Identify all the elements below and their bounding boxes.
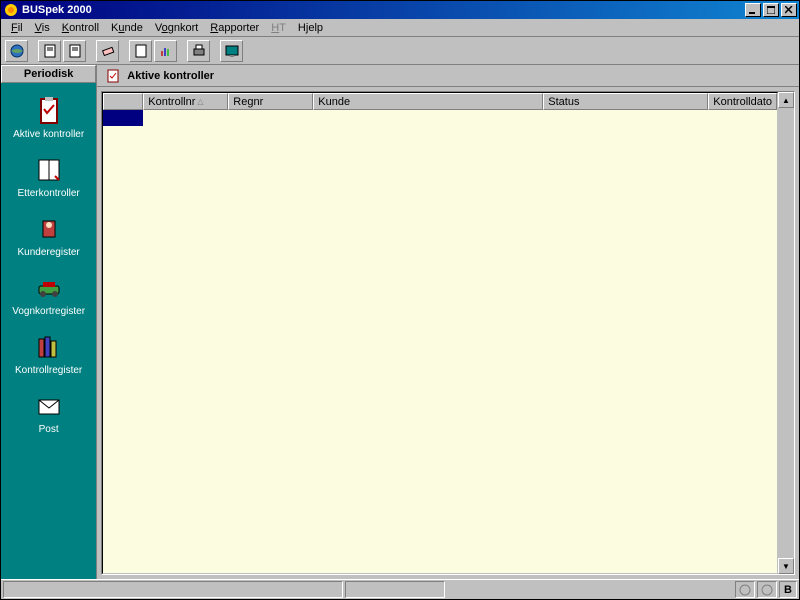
books-icon — [33, 331, 65, 363]
clipboard-icon — [33, 95, 65, 127]
menu-hjelp[interactable]: Hjelp — [292, 21, 329, 35]
scroll-down-button[interactable]: ▼ — [778, 558, 794, 574]
sidebar-item-etterkontroller[interactable]: Etterkontroller — [1, 150, 96, 203]
grid-col-kunde[interactable]: Kunde — [313, 93, 543, 110]
document-icon — [67, 43, 83, 59]
mail-icon — [33, 390, 65, 422]
eraser-icon — [100, 43, 116, 59]
toolbar-doc2-button[interactable] — [63, 40, 86, 62]
toolbar-chart-button[interactable] — [154, 40, 177, 62]
toolbar-erase-button[interactable] — [96, 40, 119, 62]
status-cell-2 — [345, 581, 445, 598]
menu-kontroll[interactable]: Kontroll — [56, 21, 105, 35]
toolbar-print-button[interactable] — [187, 40, 210, 62]
toolbar-screen-button[interactable] — [220, 40, 243, 62]
content-title: Aktive kontroller — [127, 70, 214, 82]
sidebar-item-kunderegister[interactable]: Kunderegister — [1, 209, 96, 262]
maximize-button[interactable] — [763, 3, 779, 17]
sidebar-item-label: Etterkontroller — [18, 188, 80, 199]
sidebar-item-label: Kontrollregister — [15, 365, 82, 376]
titlebar: BUSpek 2000 — [1, 1, 799, 19]
status-icon-2 — [757, 581, 777, 598]
toolbar-globe-button[interactable] — [5, 40, 28, 62]
sidebar-body: Aktive kontroller Etterkontroller Kunder… — [1, 83, 96, 579]
circle-icon — [739, 584, 751, 596]
scroll-up-button[interactable]: ▲ — [778, 92, 794, 108]
globe-icon — [9, 43, 25, 59]
grid-selected-row-indicator — [103, 110, 143, 126]
main-area: Periodisk Aktive kontroller Etterkontrol… — [1, 65, 799, 579]
page-icon — [133, 43, 149, 59]
chart-icon — [158, 43, 174, 59]
grid-col-kontrollnr[interactable]: Kontrollnr△ — [143, 93, 228, 110]
status-icon-1 — [735, 581, 755, 598]
window-title: BUSpek 2000 — [22, 4, 743, 16]
grid-col-selector[interactable] — [103, 93, 143, 110]
menu-kunde[interactable]: Kunde — [105, 21, 149, 35]
content-header: Aktive kontroller — [97, 65, 799, 87]
sidebar-item-kontrollregister[interactable]: Kontrollregister — [1, 327, 96, 380]
circle-icon — [761, 584, 773, 596]
toolbar-doc1-button[interactable] — [38, 40, 61, 62]
grid-header: Kontrollnr△ Regnr Kunde Status Kontrolld… — [103, 93, 777, 110]
book-icon — [33, 154, 65, 186]
menu-vis[interactable]: Vis — [29, 21, 56, 35]
grid-col-status[interactable]: Status — [543, 93, 708, 110]
minimize-button[interactable] — [745, 3, 761, 17]
menubar: Fil Vis Kontroll Kunde Vognkort Rapporte… — [1, 19, 799, 37]
close-button[interactable] — [781, 3, 797, 17]
grid-col-kontrolldato[interactable]: Kontrolldato — [708, 93, 777, 110]
clipboard-icon — [105, 68, 121, 84]
sidebar-item-post[interactable]: Post — [1, 386, 96, 439]
menu-fil[interactable]: Fil — [5, 21, 29, 35]
content-area: Aktive kontroller Kontrollnr△ Regnr Kund… — [97, 65, 799, 579]
status-cell-1 — [3, 581, 343, 598]
printer-icon — [191, 43, 207, 59]
sort-asc-icon: △ — [197, 97, 203, 106]
menu-rapporter[interactable]: Rapporter — [204, 21, 265, 35]
statusbar: B — [1, 579, 799, 599]
menu-ht: HT — [265, 21, 292, 35]
grid-body[interactable] — [103, 110, 777, 573]
sidebar-item-label: Post — [39, 424, 59, 435]
sidebar-item-label: Vognkortregister — [12, 306, 85, 317]
car-icon — [33, 272, 65, 304]
screen-icon — [224, 43, 240, 59]
status-indicator: B — [779, 581, 797, 598]
vertical-scrollbar[interactable]: ▲ ▼ — [778, 92, 794, 574]
menu-vognkort[interactable]: Vognkort — [149, 21, 204, 35]
sidebar-item-label: Aktive kontroller — [13, 129, 84, 140]
app-window: BUSpek 2000 Fil Vis Kontroll Kunde Vognk… — [0, 0, 800, 600]
sidebar-item-vognkortregister[interactable]: Vognkortregister — [1, 268, 96, 321]
toolbar-page-button[interactable] — [129, 40, 152, 62]
app-icon — [3, 2, 19, 18]
grid-col-regnr[interactable]: Regnr — [228, 93, 313, 110]
grid-container: Kontrollnr△ Regnr Kunde Status Kontrolld… — [101, 91, 795, 575]
person-icon — [33, 213, 65, 245]
sidebar-item-aktive-kontroller[interactable]: Aktive kontroller — [1, 91, 96, 144]
sidebar-item-label: Kunderegister — [18, 247, 80, 258]
document-icon — [42, 43, 58, 59]
toolbar — [1, 37, 799, 65]
sidebar: Periodisk Aktive kontroller Etterkontrol… — [1, 65, 97, 579]
sidebar-header[interactable]: Periodisk — [1, 65, 96, 83]
